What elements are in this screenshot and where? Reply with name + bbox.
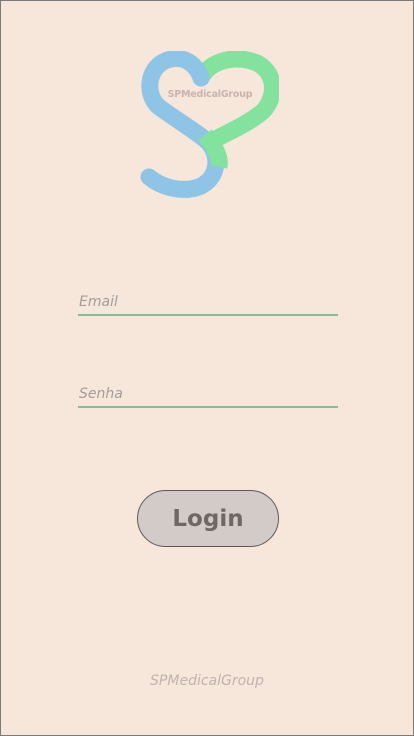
login-button[interactable]: Login [137, 490, 279, 547]
heart-s-logo-icon [140, 51, 279, 198]
email-underline [78, 314, 338, 316]
email-input[interactable] [78, 291, 338, 313]
password-underline [78, 406, 338, 408]
password-field[interactable] [78, 383, 338, 408]
login-screen: SPMedicalGroup Login SPMedicalGroup [0, 0, 414, 736]
logo-text: SPMedicalGroup [167, 89, 253, 100]
footer-text: SPMedicalGroup [150, 673, 264, 689]
logo: SPMedicalGroup [139, 51, 279, 199]
email-field[interactable] [78, 291, 338, 316]
password-input[interactable] [78, 383, 338, 405]
